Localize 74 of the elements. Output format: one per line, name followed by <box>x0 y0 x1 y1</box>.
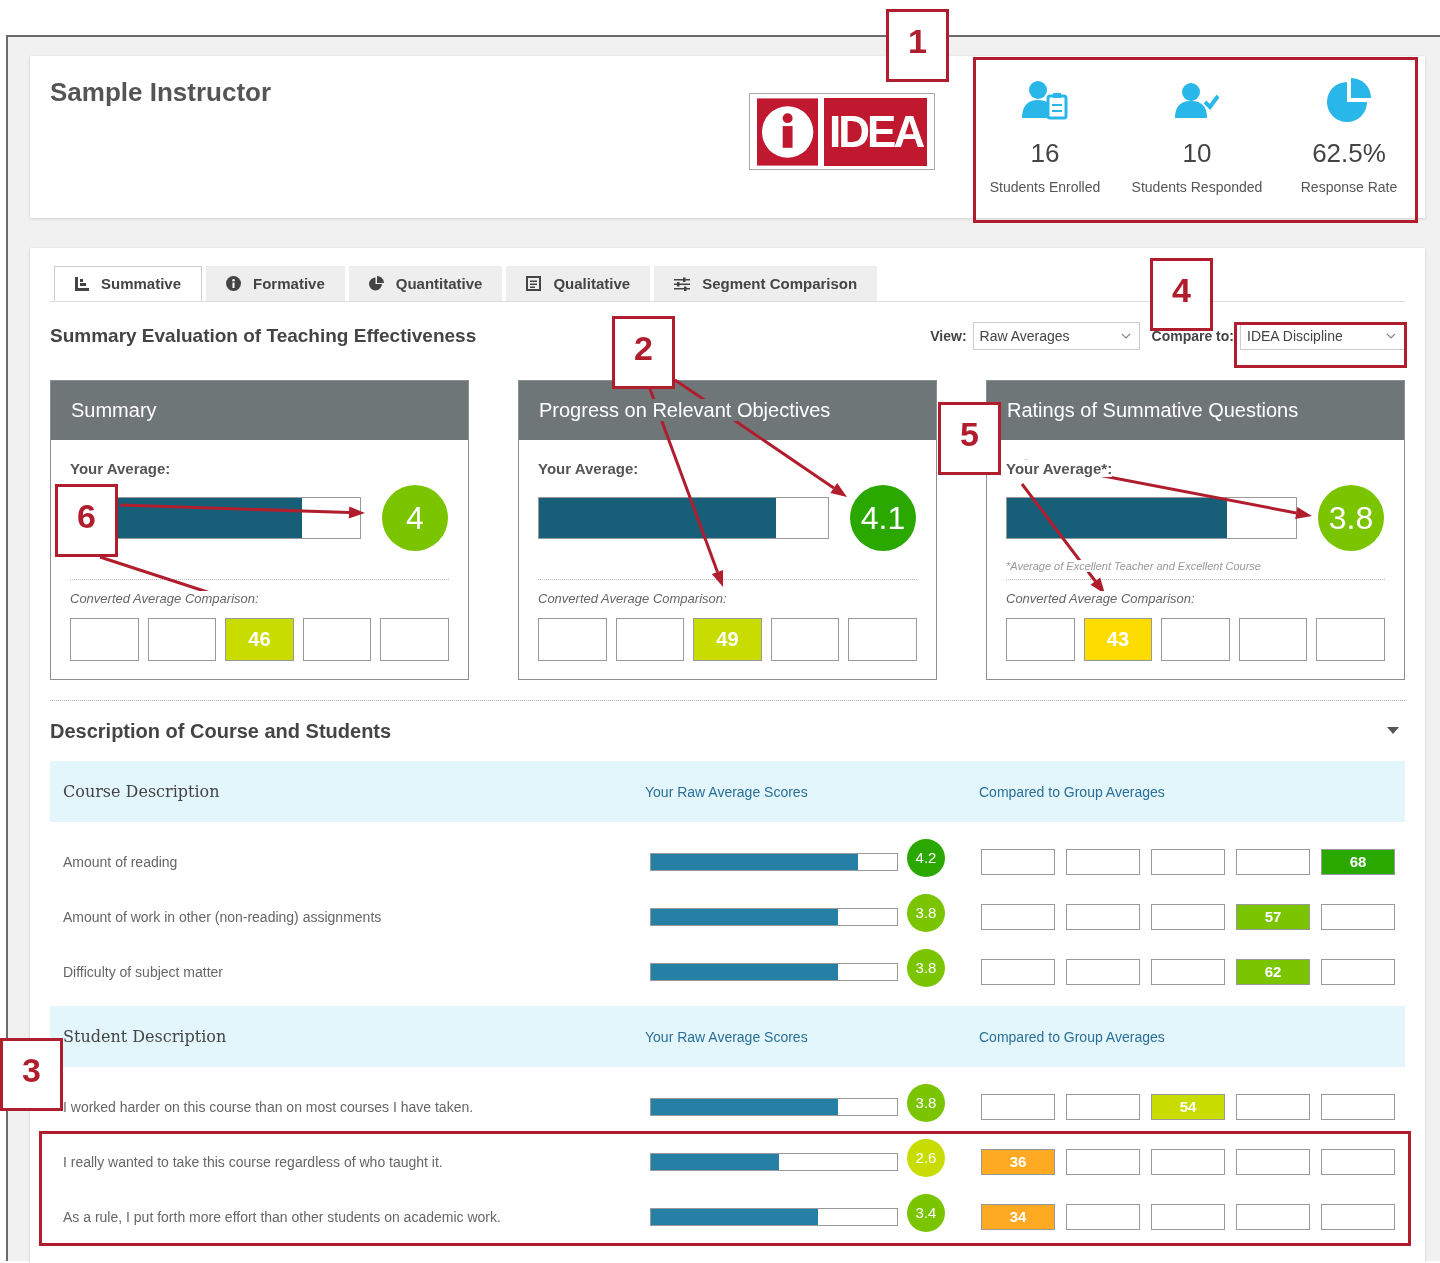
comparison-box: 43 <box>1083 618 1153 661</box>
comparison-box: 57 <box>1236 903 1310 930</box>
chevron-down-icon <box>1120 333 1131 339</box>
person-clipboard-icon <box>1022 80 1068 120</box>
person-check-icon <box>1175 82 1219 118</box>
instructor-name: Sample Instructor <box>49 76 273 109</box>
row-label: Difficulty of subject matter <box>62 963 225 980</box>
callout-number: 4 <box>1150 258 1213 331</box>
comparison-label: Converted Average Comparison: <box>70 591 259 606</box>
score-circle: 3.8 <box>907 1083 945 1122</box>
callout-number: 5 <box>938 402 1001 475</box>
pie-chart-icon <box>1327 78 1371 122</box>
info-icon <box>757 97 819 166</box>
stat-value: 62.5% <box>1312 138 1386 169</box>
info-icon <box>226 276 242 291</box>
tab[interactable]: Formative <box>206 266 345 301</box>
dropdown[interactable]: Raw Averages <box>972 322 1140 350</box>
panel-title: Progress on Relevant Objectives <box>539 399 831 421</box>
score-circle: 2.6 <box>907 1138 945 1177</box>
comparison-box: 54 <box>1151 1093 1225 1120</box>
callout-number: 2 <box>612 316 675 389</box>
sliders-icon <box>674 276 691 291</box>
panel-title: Ratings of Summative Questions <box>1007 399 1299 421</box>
pie-chart-icon <box>368 276 384 291</box>
bar-chart-icon <box>75 276 89 291</box>
comparison-box: 46 <box>225 618 294 661</box>
stat-value: 16 <box>1030 138 1060 169</box>
stat-label: Students Enrolled <box>989 179 1101 195</box>
field-label: Compare to: <box>1151 328 1234 344</box>
score-circle: 4.2 <box>907 838 945 877</box>
score-circle: 3.8 <box>907 893 945 932</box>
comparison-label: Converted Average Comparison: <box>1006 591 1195 606</box>
caret-icon[interactable] <box>1387 727 1399 735</box>
comparison-box: 68 <box>1321 848 1395 875</box>
comparison-box: 62 <box>1236 958 1310 985</box>
stat-label: Response Rate <box>1300 179 1398 195</box>
score-circle: 4.1 <box>850 485 916 551</box>
chevron-down-icon <box>1386 333 1396 339</box>
section-heading: Description of Course and Students <box>50 719 392 743</box>
field-label: View: <box>930 328 967 344</box>
footnote: *Average of Excellent Teacher and Excellent Course <box>1006 560 1261 572</box>
band-title: Student Description <box>62 1027 228 1046</box>
stat-label: Students Responded <box>1131 179 1263 195</box>
callout-number: 1 <box>886 9 949 82</box>
score-circle: 3.4 <box>907 1193 945 1232</box>
stat-value: 10 <box>1182 138 1212 169</box>
column-header: Your Raw Average Scores <box>645 1028 809 1045</box>
score-circle: 3.8 <box>1318 485 1384 551</box>
score-circle: 3.8 <box>907 948 945 987</box>
callout-number: 6 <box>55 484 118 557</box>
comparison-box: 49 <box>693 618 762 661</box>
logo-text: IDEA <box>824 97 927 166</box>
dropdown[interactable]: IDEA Discipline <box>1240 322 1405 350</box>
row-label: Amount of work in other (non-reading) assignments <box>62 908 383 925</box>
comparison-box: 36 <box>981 1148 1055 1175</box>
comparison-box: 34 <box>981 1203 1055 1230</box>
column-header: Compared to Group Averages <box>979 783 1165 800</box>
column-header: Compared to Group Averages <box>979 1028 1165 1045</box>
row-label: Amount of reading <box>62 853 179 870</box>
row-label: I really wanted to take this course regardless of who taught it. <box>62 1153 444 1170</box>
comparison-label: Converted Average Comparison: <box>538 591 727 606</box>
document-icon <box>526 276 542 291</box>
tab[interactable]: Segment Comparison <box>654 266 878 301</box>
tab[interactable]: Summative <box>54 266 203 301</box>
column-header: Your Raw Average Scores <box>645 783 809 800</box>
row-label: I worked harder on this course than on most courses I have taken. <box>62 1098 475 1115</box>
callout-number: 3 <box>0 1038 63 1111</box>
section-heading: Summary Evaluation of Teaching Effectiveness <box>50 325 477 347</box>
band-title: Course Description <box>62 782 221 801</box>
row-label: As a rule, I put forth more effort than other students on academic work. <box>62 1208 502 1225</box>
tab[interactable]: Qualitative <box>506 266 651 301</box>
score-circle: 4 <box>382 485 448 551</box>
average-label: Your Average*: <box>1006 460 1113 477</box>
tab[interactable]: Quantitative <box>348 266 503 301</box>
